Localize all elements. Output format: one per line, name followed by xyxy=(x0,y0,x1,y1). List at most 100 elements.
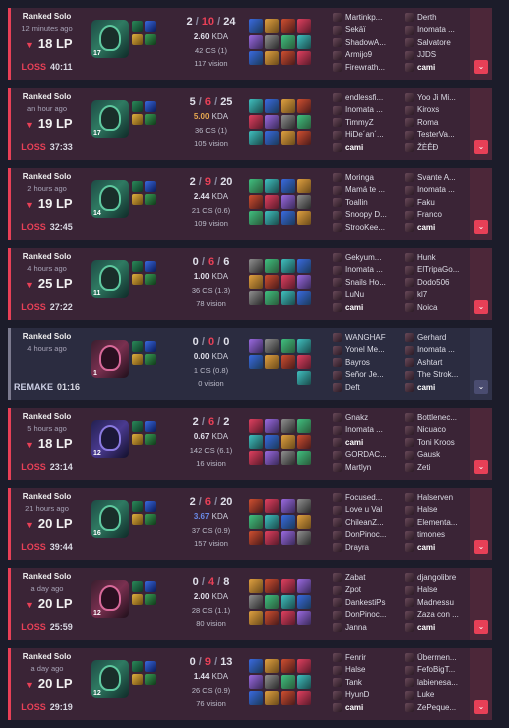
item-icon[interactable] xyxy=(265,195,279,209)
summoner-spell-icon[interactable] xyxy=(132,194,143,205)
player-entry[interactable]: Tank xyxy=(333,677,401,689)
item-icon[interactable] xyxy=(281,419,295,433)
item-icon[interactable] xyxy=(297,291,311,305)
item-icon[interactable] xyxy=(249,275,263,289)
player-entry[interactable]: Gekyum... xyxy=(333,252,401,264)
item-icon[interactable] xyxy=(265,691,279,705)
player-entry[interactable]: TimmyZ xyxy=(333,117,401,129)
item-icon[interactable] xyxy=(249,675,263,689)
rune-icon[interactable] xyxy=(145,594,156,605)
item-icon[interactable] xyxy=(265,131,279,145)
summoner-spell-icon[interactable] xyxy=(132,421,143,432)
player-entry[interactable]: Moringa xyxy=(333,172,401,184)
player-entry[interactable]: DankestiPs xyxy=(333,597,401,609)
item-icon[interactable] xyxy=(297,51,311,65)
item-icon[interactable] xyxy=(297,179,311,193)
rune-icon[interactable] xyxy=(145,581,156,592)
player-entry[interactable]: Sekäï xyxy=(333,24,401,36)
player-entry[interactable]: Toni Kroos xyxy=(405,437,473,449)
item-icon[interactable] xyxy=(249,291,263,305)
item-icon[interactable] xyxy=(281,51,295,65)
item-icon[interactable] xyxy=(297,99,311,113)
summoner-spell-icon[interactable] xyxy=(132,674,143,685)
player-entry[interactable]: LuNu xyxy=(333,289,401,301)
item-icon[interactable] xyxy=(281,99,295,113)
champion-portrait[interactable]: 11 xyxy=(91,260,129,298)
player-entry[interactable]: djangolibre xyxy=(405,572,473,584)
player-entry[interactable]: cami xyxy=(405,542,473,554)
expand-button[interactable]: ⌄ xyxy=(474,140,488,154)
item-icon[interactable] xyxy=(265,579,279,593)
item-icon[interactable] xyxy=(265,51,279,65)
player-entry[interactable]: Deft xyxy=(333,382,401,394)
item-icon[interactable] xyxy=(281,499,295,513)
player-entry[interactable]: Señor Je... xyxy=(333,369,401,381)
match-card[interactable]: Ranked Solo 2 hours ago ▼ 19 LP LOSS 32:45… xyxy=(8,168,492,240)
player-entry[interactable]: endlessfi... xyxy=(333,92,401,104)
item-icon[interactable] xyxy=(249,179,263,193)
item-icon[interactable] xyxy=(297,675,311,689)
item-icon[interactable] xyxy=(249,579,263,593)
rune-icon[interactable] xyxy=(145,34,156,45)
item-icon[interactable] xyxy=(281,435,295,449)
player-entry[interactable]: cami xyxy=(405,382,473,394)
player-entry[interactable]: Love u Val xyxy=(333,504,401,516)
player-entry[interactable]: Hunk xyxy=(405,252,473,264)
item-icon[interactable] xyxy=(297,211,311,225)
summoner-spell-icon[interactable] xyxy=(132,34,143,45)
rune-icon[interactable] xyxy=(145,101,156,112)
rune-icon[interactable] xyxy=(145,434,156,445)
player-entry[interactable]: cami xyxy=(405,222,473,234)
item-icon[interactable] xyxy=(249,499,263,513)
player-entry[interactable]: Franco xyxy=(405,209,473,221)
item-icon[interactable] xyxy=(265,515,279,529)
match-card[interactable]: Ranked Solo a day ago ▼ 20 LP LOSS 25:59 1… xyxy=(8,568,492,640)
item-icon[interactable] xyxy=(265,531,279,545)
item-icon[interactable] xyxy=(297,339,311,353)
player-entry[interactable]: Gerhard xyxy=(405,332,473,344)
player-entry[interactable]: DonPinoc... xyxy=(333,609,401,621)
player-entry[interactable]: cami xyxy=(333,702,401,714)
player-entry[interactable]: JJDS xyxy=(405,49,473,61)
player-entry[interactable]: Ashtart xyxy=(405,357,473,369)
item-icon[interactable] xyxy=(281,35,295,49)
item-icon[interactable] xyxy=(249,531,263,545)
champion-portrait[interactable]: 16 xyxy=(91,500,129,538)
player-entry[interactable]: labienesa... xyxy=(405,677,473,689)
player-entry[interactable]: Martlyn xyxy=(333,462,401,474)
summoner-spell-icon[interactable] xyxy=(132,21,143,32)
item-icon[interactable] xyxy=(281,659,295,673)
rune-icon[interactable] xyxy=(145,354,156,365)
item-icon[interactable] xyxy=(265,19,279,33)
item-icon[interactable] xyxy=(281,339,295,353)
item-icon[interactable] xyxy=(281,611,295,625)
item-icon[interactable] xyxy=(249,99,263,113)
player-entry[interactable]: Faku xyxy=(405,197,473,209)
rune-icon[interactable] xyxy=(145,514,156,525)
summoner-spell-icon[interactable] xyxy=(132,274,143,285)
expand-button[interactable]: ⌄ xyxy=(474,300,488,314)
player-entry[interactable]: cami xyxy=(405,62,473,74)
player-entry[interactable]: Martinkp... xyxy=(333,12,401,24)
item-icon[interactable] xyxy=(265,355,279,369)
item-icon[interactable] xyxy=(249,259,263,273)
item-icon[interactable] xyxy=(249,211,263,225)
item-icon[interactable] xyxy=(297,451,311,465)
item-icon[interactable] xyxy=(297,35,311,49)
player-entry[interactable]: Halserven xyxy=(405,492,473,504)
item-icon[interactable] xyxy=(281,355,295,369)
item-icon[interactable] xyxy=(249,451,263,465)
item-icon[interactable] xyxy=(249,35,263,49)
item-icon[interactable] xyxy=(297,611,311,625)
player-entry[interactable]: Inomata ... xyxy=(405,344,473,356)
item-icon[interactable] xyxy=(265,35,279,49)
player-entry[interactable]: Zeti xyxy=(405,462,473,474)
item-icon[interactable] xyxy=(281,451,295,465)
player-entry[interactable]: Mamá te ... xyxy=(333,184,401,196)
summoner-spell-icon[interactable] xyxy=(132,101,143,112)
player-entry[interactable]: WANGHAF xyxy=(333,332,401,344)
player-entry[interactable]: Inomata ... xyxy=(333,424,401,436)
item-icon[interactable] xyxy=(281,595,295,609)
summoner-spell-icon[interactable] xyxy=(132,594,143,605)
player-entry[interactable]: Snails Ho... xyxy=(333,277,401,289)
